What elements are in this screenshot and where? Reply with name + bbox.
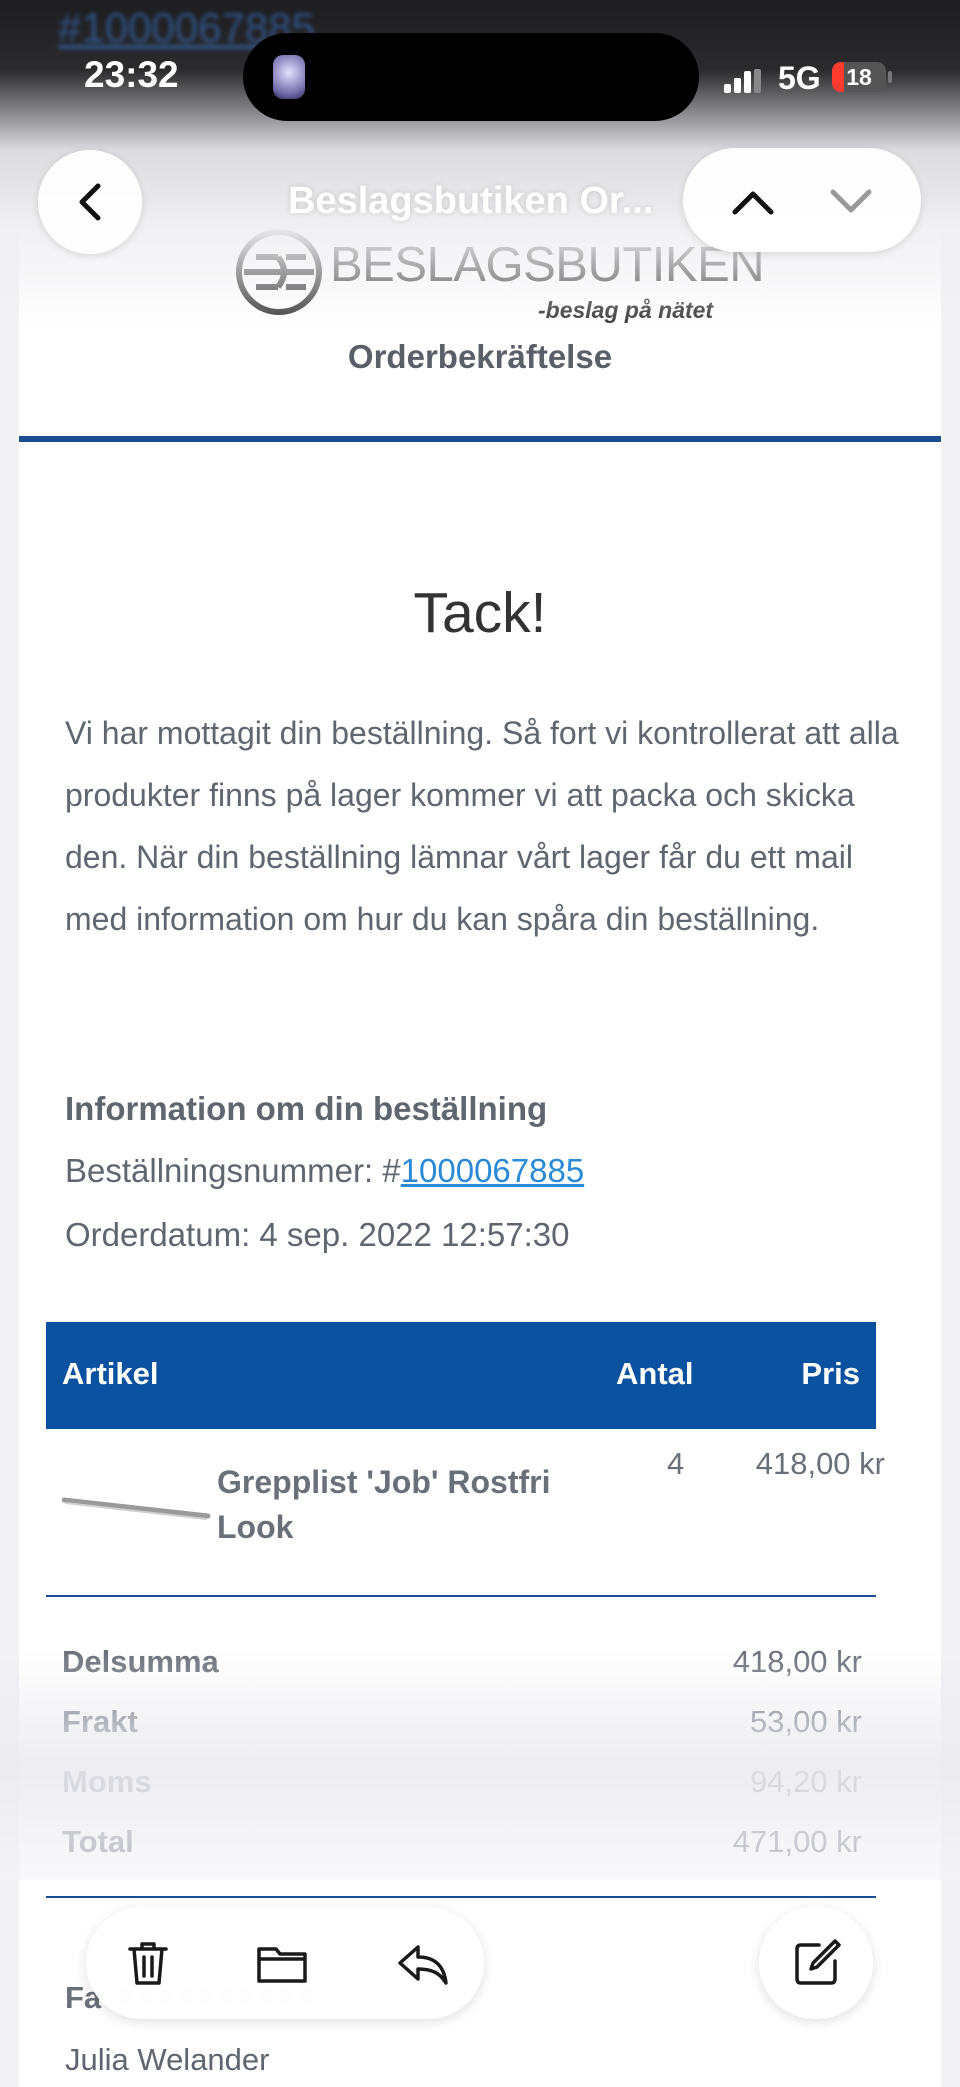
total-label: Frakt: [62, 1704, 138, 1739]
product-name[interactable]: Grepplist 'Job' Rostfri Look: [217, 1460, 597, 1550]
reply-icon[interactable]: [394, 1935, 450, 1991]
mail-nav-bar: Beslagsbutiken Or...: [0, 140, 960, 260]
status-time: 23:32: [84, 54, 179, 95]
total-label: Moms: [62, 1764, 152, 1799]
back-button[interactable]: [38, 150, 142, 254]
col-price: Pris: [801, 1356, 860, 1391]
total-value: 418,00 kr: [732, 1644, 862, 1679]
total-row-shipping: Frakt 53,00 kr: [62, 1704, 862, 1748]
divider: [19, 436, 941, 442]
order-number-link[interactable]: 1000067885: [401, 1152, 585, 1189]
nav-title: Beslagsbutiken Or...: [288, 180, 654, 222]
order-info-heading: Information om din beställning: [65, 1090, 548, 1127]
total-row-vat: Moms 94,20 kr: [62, 1764, 862, 1808]
message-nav-group: [683, 148, 921, 252]
chevron-left-icon: [79, 183, 101, 221]
email-body: BESLAGSBUTIKEN -beslag på nätet Orderbek…: [19, 210, 941, 2087]
dynamic-island: [243, 33, 699, 121]
order-number-label: Beställningsnummer: #: [65, 1152, 401, 1189]
order-date: Orderdatum: 4 sep. 2022 12:57:30: [65, 1216, 570, 1253]
compose-button[interactable]: [759, 1907, 873, 2019]
order-table-header: Artikel Antal Pris: [46, 1322, 876, 1429]
status-bar: 23:32 5G 18: [0, 0, 960, 121]
total-label: Total: [62, 1824, 134, 1859]
trash-icon[interactable]: [120, 1935, 176, 1991]
order-number: Beställningsnummer: #1000067885: [65, 1152, 584, 1190]
total-value: 94,20 kr: [749, 1764, 862, 1799]
folder-icon[interactable]: [254, 1935, 310, 1991]
total-value: 471,00 kr: [732, 1824, 862, 1859]
mail-action-toolbar: [86, 1907, 484, 2019]
chevron-up-icon[interactable]: [713, 178, 793, 226]
brand-tagline: -beslag på nätet: [538, 297, 714, 323]
battery-level: 18: [846, 64, 872, 90]
signal-icon: [724, 69, 761, 93]
total-label: Delsumma: [62, 1644, 219, 1679]
flashlight-icon: [273, 55, 305, 99]
total-value: 53,00 kr: [749, 1704, 862, 1739]
billing-name: Julia Welander: [65, 2042, 270, 2077]
total-row-total: Total 471,00 kr: [62, 1824, 862, 1868]
divider: [46, 1896, 876, 1898]
total-row-subtotal: Delsumma 418,00 kr: [62, 1644, 862, 1688]
col-qty: Antal: [616, 1356, 694, 1391]
battery-icon: 18: [832, 62, 886, 92]
product-image[interactable]: [62, 1488, 212, 1528]
compose-icon: [795, 1939, 841, 1985]
product-qty: 4: [667, 1446, 685, 1481]
thanks-heading: Tack!: [413, 581, 547, 645]
network-type: 5G: [778, 60, 821, 96]
email-subject-heading: Orderbekräftelse: [347, 338, 613, 375]
chevron-down-icon[interactable]: [811, 178, 891, 226]
divider: [46, 1595, 876, 1597]
col-article: Artikel: [62, 1356, 159, 1391]
battery-tip: [888, 71, 892, 83]
product-price: 418,00 kr: [755, 1446, 885, 1481]
intro-paragraph: Vi har mottagit din beställning. Så fort…: [65, 715, 899, 937]
